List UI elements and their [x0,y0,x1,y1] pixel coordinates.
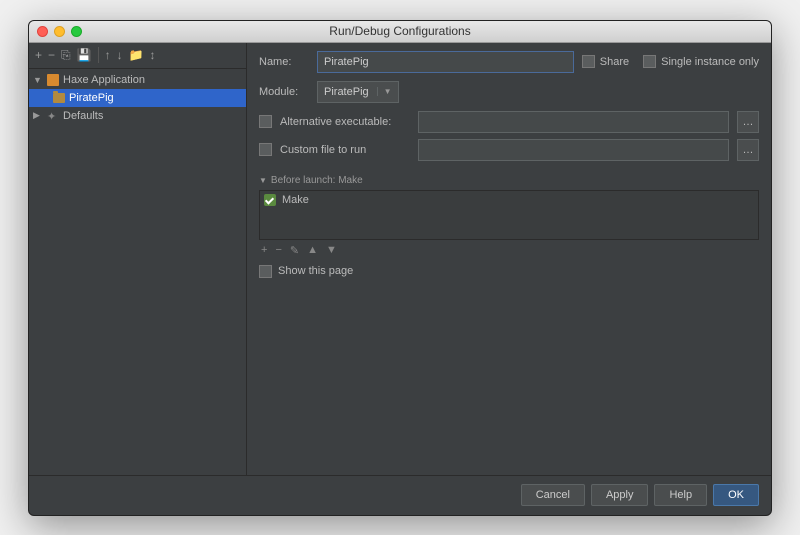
ok-button[interactable]: OK [713,484,759,506]
haxe-icon [47,74,59,86]
chevron-right-icon: ▶ [33,110,43,121]
name-label: Name: [259,56,309,68]
make-icon [264,194,276,206]
tree-label: Haxe Application [63,74,145,86]
sidebar: + − ⎘ 💾 ↑ ↓ 📁 ↕ ▼ Haxe Application Pirat [29,43,247,475]
section-label: Before launch: Make [271,175,363,186]
apply-button[interactable]: Apply [591,484,649,506]
maximize-icon[interactable] [71,26,82,37]
single-instance-option[interactable]: Single instance only [643,55,759,68]
tree-label: Defaults [63,110,103,122]
wrench-icon: ✦ [47,110,59,122]
list-item[interactable]: Make [262,193,756,207]
sidebar-toolbar: + − ⎘ 💾 ↑ ↓ 📁 ↕ [29,43,246,69]
browse-button[interactable]: … [737,139,759,161]
share-label: Share [600,56,629,68]
chevron-down-icon: ▼ [33,75,43,85]
name-input[interactable] [317,51,574,73]
remove-icon[interactable]: − [48,48,55,62]
custom-file-label: Custom file to run [280,144,410,156]
module-value: PiratePig [324,86,369,98]
before-launch-list: Make [259,190,759,240]
share-checkbox[interactable] [582,55,595,68]
share-option[interactable]: Share [582,55,629,68]
cancel-button[interactable]: Cancel [521,484,585,506]
save-icon[interactable]: 💾 [77,48,92,62]
tree-node-piratepig[interactable]: PiratePig [29,89,246,107]
dialog-footer: Cancel Apply Help OK [29,475,771,515]
tree-node-defaults[interactable]: ▶ ✦ Defaults [29,107,246,125]
folder-icon[interactable]: 📁 [129,48,144,62]
chevron-down-icon: ▼ [259,176,267,185]
show-page-option[interactable]: Show this page [259,265,759,278]
add-icon[interactable]: + [261,244,267,257]
browse-button[interactable]: … [737,111,759,133]
add-icon[interactable]: + [35,48,42,62]
list-toolbar: + − ✎ ▲ ▼ [259,240,759,261]
before-launch-header[interactable]: ▼ Before launch: Make [259,175,759,186]
alt-exec-input[interactable] [418,111,729,133]
custom-file-checkbox[interactable] [259,143,272,156]
single-label: Single instance only [661,56,759,68]
tree-label: PiratePig [69,92,114,104]
show-page-checkbox[interactable] [259,265,272,278]
show-page-label: Show this page [278,265,353,277]
alt-exec-label: Alternative executable: [280,116,410,128]
module-select[interactable]: PiratePig ▼ [317,81,399,103]
filter-icon[interactable]: ↕ [150,48,156,62]
down-icon[interactable]: ▼ [326,244,337,257]
chevron-down-icon: ▼ [377,87,392,96]
window-title: Run/Debug Configurations [29,24,771,38]
custom-file-input[interactable] [418,139,729,161]
minimize-icon[interactable] [54,26,65,37]
alt-exec-checkbox[interactable] [259,115,272,128]
make-label: Make [282,194,309,206]
module-label: Module: [259,86,309,98]
titlebar: Run/Debug Configurations [29,21,771,43]
tree-node-haxe[interactable]: ▼ Haxe Application [29,71,246,89]
separator [98,47,99,63]
main-panel: Name: Share Single instance only Module: [247,43,771,475]
single-checkbox[interactable] [643,55,656,68]
down-icon[interactable]: ↓ [117,48,123,62]
up-icon[interactable]: ↑ [105,48,111,62]
config-dialog: Run/Debug Configurations + − ⎘ 💾 ↑ ↓ 📁 ↕… [28,20,772,516]
remove-icon[interactable]: − [275,244,281,257]
close-icon[interactable] [37,26,48,37]
up-icon[interactable]: ▲ [307,244,318,257]
edit-icon[interactable]: ✎ [290,244,299,257]
copy-icon[interactable]: ⎘ [61,48,71,63]
config-tree: ▼ Haxe Application PiratePig ▶ ✦ Default… [29,69,246,475]
help-button[interactable]: Help [654,484,707,506]
config-icon [53,93,65,103]
